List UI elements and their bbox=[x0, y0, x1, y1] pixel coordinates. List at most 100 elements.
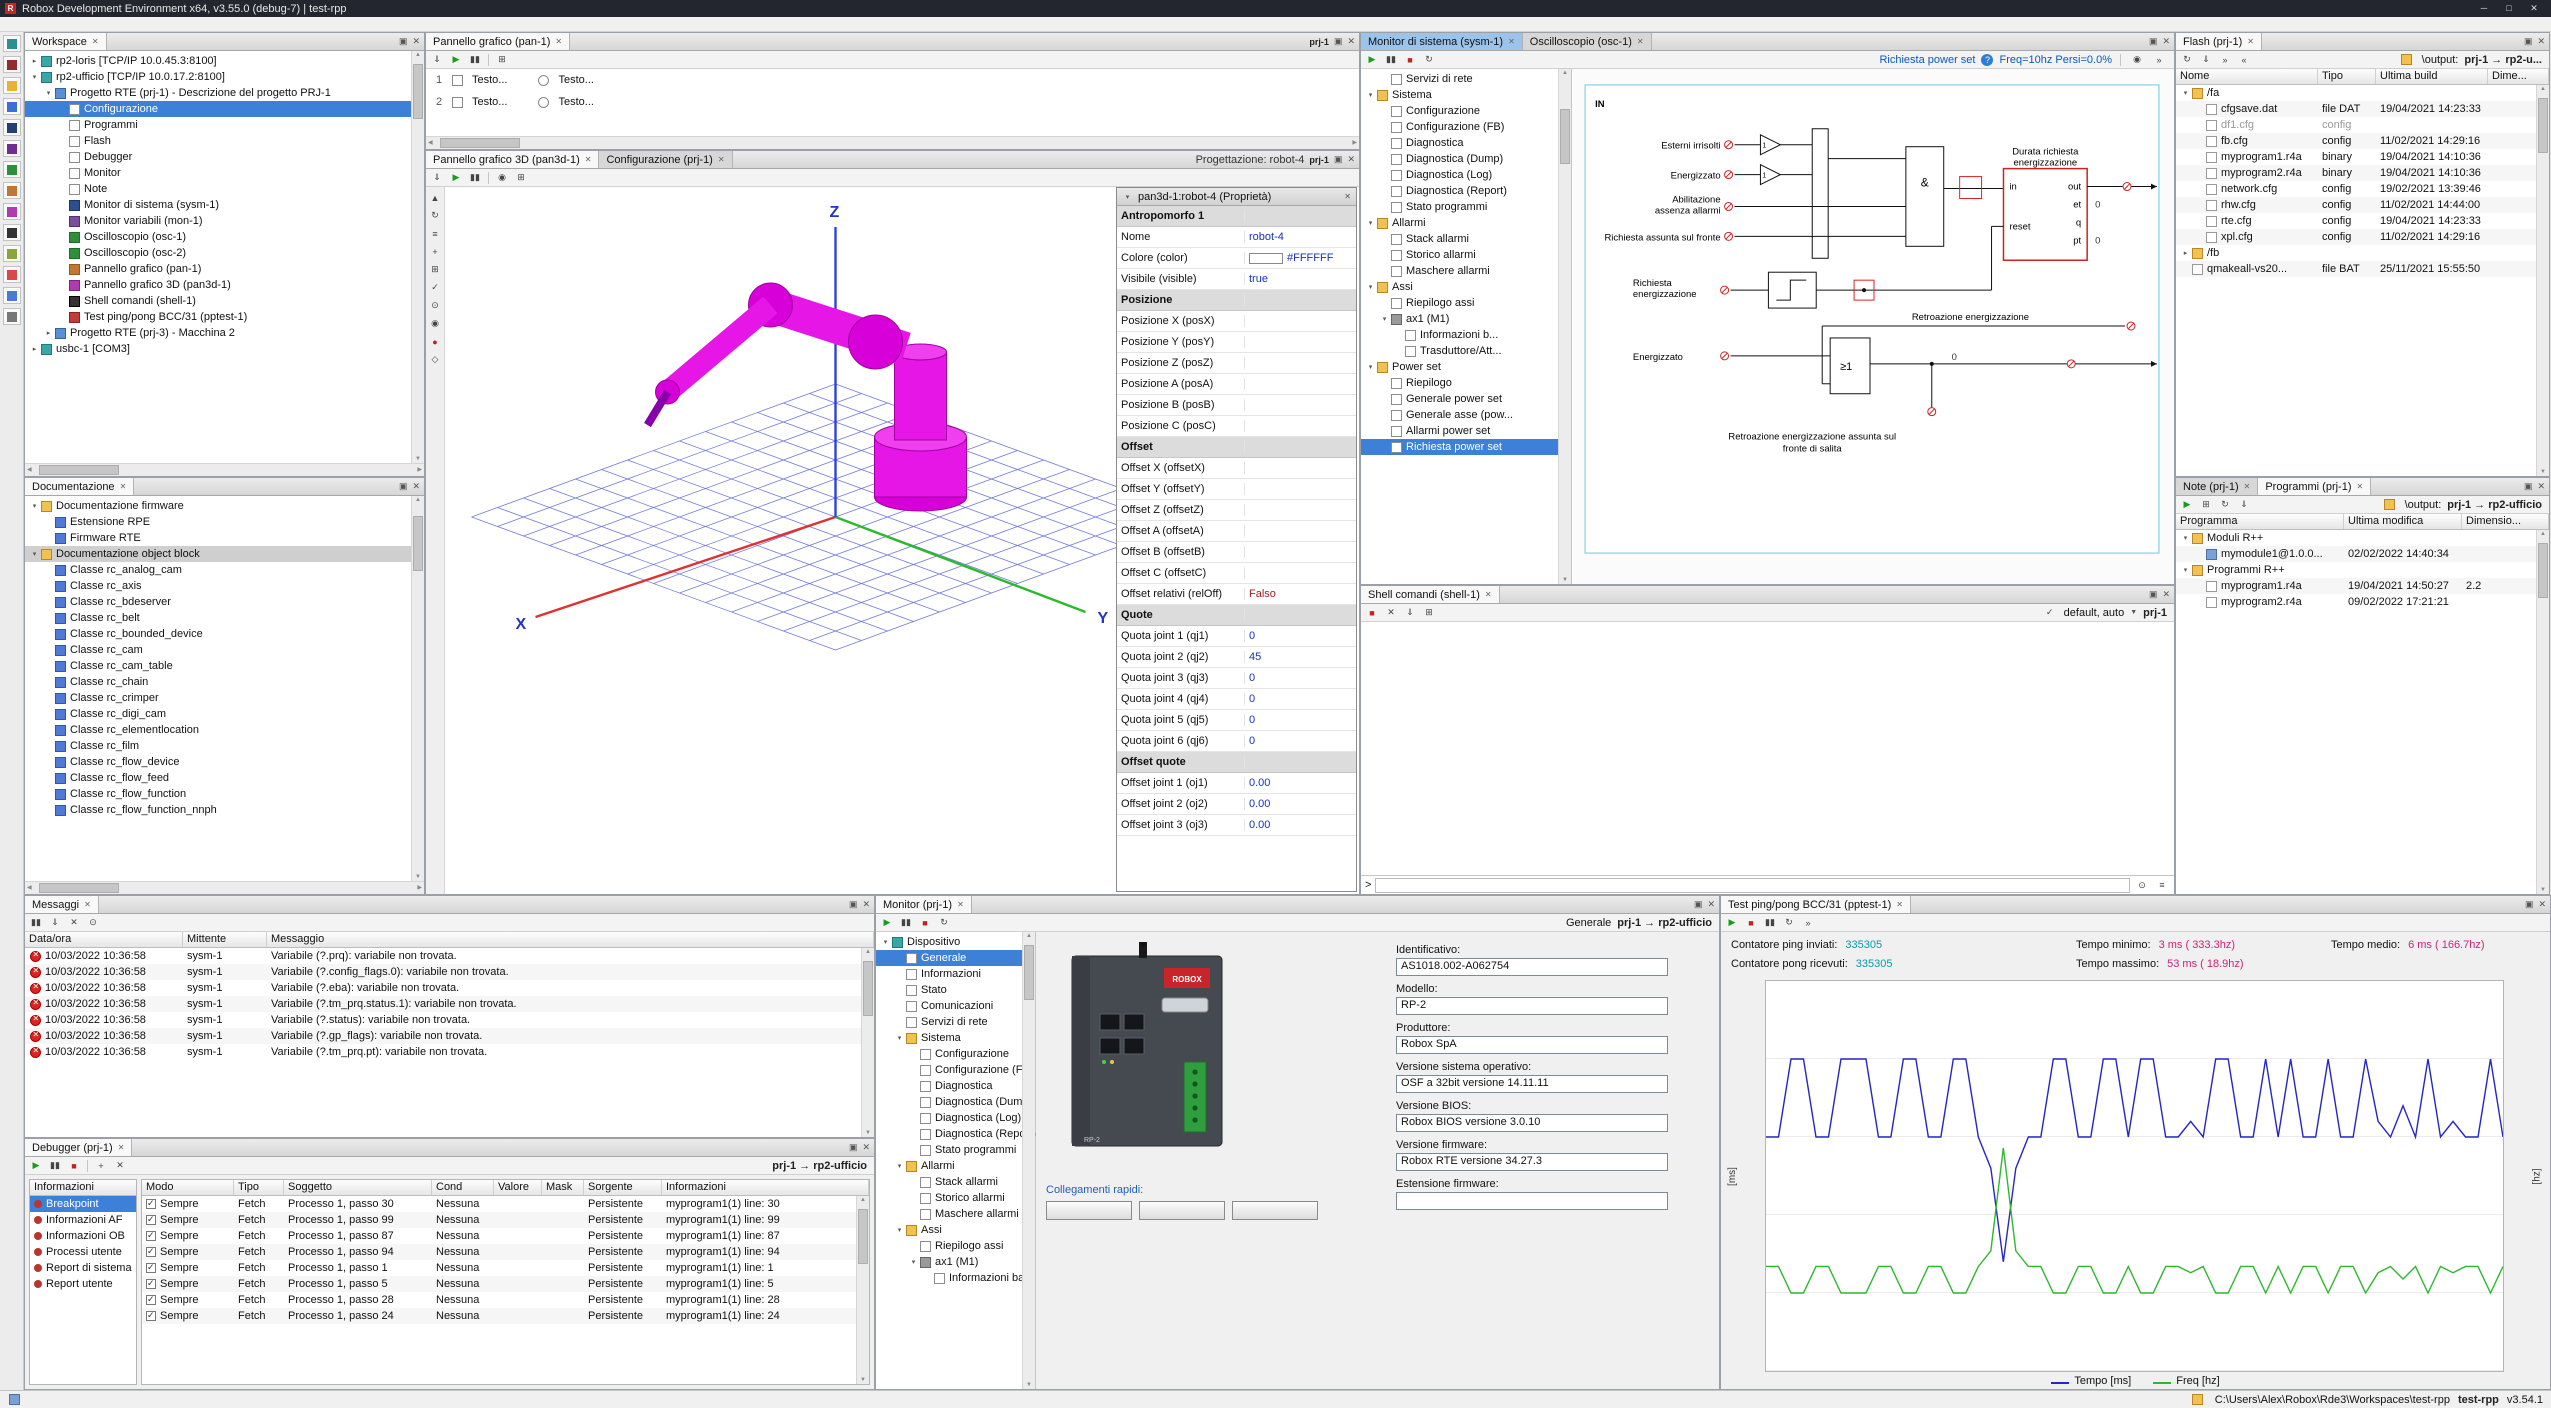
tree-item[interactable]: Riepilogo bbox=[1361, 375, 1571, 391]
orbit-icon[interactable]: ↻ bbox=[427, 208, 443, 223]
table-row[interactable]: myprogram1.r4a binary 19/04/2021 14:10:3… bbox=[2176, 149, 2549, 165]
close-icon[interactable]: ✕ bbox=[2357, 482, 2364, 491]
maximize-button[interactable]: □ bbox=[2497, 3, 2521, 14]
refresh-icon[interactable]: ↻ bbox=[2217, 497, 2233, 512]
float-icon[interactable]: ▣ bbox=[2524, 481, 2533, 492]
tree-item[interactable]: ▾ Sistema bbox=[1361, 87, 1571, 103]
flash-icon[interactable] bbox=[3, 266, 21, 283]
tree-item[interactable]: Shell comandi (shell-1) bbox=[25, 293, 424, 309]
checkbox-checked-icon[interactable] bbox=[146, 1263, 156, 1273]
expander-icon[interactable]: ▸ bbox=[2180, 249, 2191, 257]
save-icon[interactable]: ⇓ bbox=[2236, 497, 2252, 512]
property-row[interactable]: Offset C (offsetC) bbox=[1117, 563, 1356, 584]
scrollbar-vertical[interactable] bbox=[1558, 69, 1571, 584]
property-row[interactable]: Posizione Z (posZ) bbox=[1117, 353, 1356, 374]
property-row[interactable]: Offset relativi (relOff) Falso bbox=[1117, 584, 1356, 605]
tree-item[interactable]: Note bbox=[25, 181, 424, 197]
list-item[interactable]: Report utente bbox=[30, 1276, 136, 1292]
tree-item[interactable]: Classe rc_flow_function_nnph bbox=[25, 802, 424, 818]
export-icon[interactable]: » bbox=[1800, 915, 1816, 930]
settings-icon[interactable] bbox=[3, 308, 21, 325]
column-header[interactable]: Dime... bbox=[2488, 69, 2549, 84]
open-workspace-icon[interactable] bbox=[3, 77, 21, 94]
expander-icon[interactable]: ▾ bbox=[908, 1258, 919, 1266]
tab-shell-comandi[interactable]: Shell comandi (shell-1)✕ bbox=[1361, 586, 1500, 603]
pause-icon[interactable]: ▮▮ bbox=[28, 915, 44, 930]
close-icon[interactable]: ✕ bbox=[1637, 37, 1644, 46]
stop-icon[interactable]: ■ bbox=[66, 1158, 82, 1173]
disconnect-device-icon[interactable] bbox=[3, 56, 21, 73]
expander-icon[interactable]: ▾ bbox=[880, 938, 891, 946]
column-header[interactable]: Tipo bbox=[234, 1180, 284, 1195]
clear-icon[interactable]: ✕ bbox=[1383, 605, 1399, 620]
close-icon[interactable]: ✕ bbox=[1347, 36, 1355, 47]
search-icon[interactable]: ⊙ bbox=[2134, 878, 2150, 893]
tree-item[interactable]: Riepilogo assi bbox=[876, 1238, 1035, 1254]
tree-item[interactable]: Diagnostica bbox=[1361, 135, 1571, 151]
tree-item[interactable]: Classe rc_belt bbox=[25, 610, 424, 626]
tree-item[interactable]: Test ping/pong BCC/31 (pptest-1) bbox=[25, 309, 424, 325]
close-icon[interactable]: ✕ bbox=[118, 1143, 125, 1152]
float-icon[interactable]: ▣ bbox=[1694, 899, 1703, 910]
quicklink-button[interactable] bbox=[1232, 1201, 1318, 1220]
debugger-icon[interactable] bbox=[3, 245, 21, 262]
shell-icon[interactable] bbox=[3, 224, 21, 241]
message-row[interactable]: 10/03/2022 10:36:58 sysm-1 Variabile (?.… bbox=[25, 964, 874, 980]
tree-item[interactable]: ▾ ax1 (M1) bbox=[876, 1254, 1035, 1270]
tree-item[interactable]: Comunicazioni bbox=[876, 998, 1035, 1014]
refresh-icon[interactable]: ↻ bbox=[1421, 52, 1437, 67]
tree-item[interactable]: Classe rc_flow_function bbox=[25, 786, 424, 802]
property-row[interactable]: Posizione C (posC) bbox=[1117, 416, 1356, 437]
system-monitor-icon[interactable] bbox=[3, 119, 21, 136]
run-icon[interactable]: ▶ bbox=[448, 52, 464, 67]
column-header[interactable]: Mittente bbox=[183, 932, 267, 947]
field-input[interactable]: AS1018.002-A062754 bbox=[1396, 958, 1668, 976]
tree-item[interactable]: Monitor bbox=[25, 165, 424, 181]
tree-item[interactable]: ▾ Assi bbox=[876, 1222, 1035, 1238]
close-icon[interactable]: ✕ bbox=[412, 481, 420, 492]
tree-item[interactable]: Informazioni ba... bbox=[876, 1270, 1035, 1286]
close-icon[interactable]: ✕ bbox=[718, 155, 725, 164]
message-row[interactable]: 10/03/2022 10:36:58 sysm-1 Variabile (?.… bbox=[25, 1012, 874, 1028]
tree-item[interactable]: Classe rc_cam bbox=[25, 642, 424, 658]
expander-icon[interactable]: ▾ bbox=[43, 89, 54, 97]
breakpoint-row[interactable]: Sempre Fetch Processo 1, passo 99 Nessun… bbox=[142, 1212, 869, 1228]
tab-pannello-grafico[interactable]: Pannello grafico (pan-1)✕ bbox=[426, 33, 570, 50]
add-breakpoint-icon[interactable]: + bbox=[93, 1158, 109, 1173]
documentation-icon[interactable] bbox=[3, 287, 21, 304]
snapshot-icon[interactable]: ◉ bbox=[427, 316, 443, 331]
tree-item[interactable]: Firmware RTE bbox=[25, 530, 424, 546]
list-item[interactable]: Informazioni AF bbox=[30, 1212, 136, 1228]
close-icon[interactable]: ✕ bbox=[1896, 900, 1903, 909]
refresh-icon[interactable]: ↻ bbox=[1781, 915, 1797, 930]
minimize-button[interactable]: ─ bbox=[2472, 3, 2496, 14]
close-icon[interactable]: ✕ bbox=[957, 900, 964, 909]
message-row[interactable]: 10/03/2022 10:36:58 sysm-1 Variabile (?.… bbox=[25, 1028, 874, 1044]
select-cursor-icon[interactable]: ▲ bbox=[427, 190, 443, 205]
list-item[interactable]: Processi utente bbox=[30, 1244, 136, 1260]
column-header[interactable]: Mask bbox=[542, 1180, 584, 1195]
tab-note[interactable]: Note (prj-1)✕ bbox=[2176, 478, 2258, 495]
tree-item[interactable]: Trasduttore/Att... bbox=[1361, 343, 1571, 359]
table-row[interactable]: ▾ /fa bbox=[2176, 85, 2549, 101]
float-icon[interactable]: ▣ bbox=[2149, 589, 2158, 600]
table-row[interactable]: qmakeall-vs20... file BAT 25/11/2021 15:… bbox=[2176, 261, 2549, 277]
tree-item[interactable]: Generale bbox=[876, 950, 1035, 966]
tree-item[interactable]: Servizi di rete bbox=[1361, 71, 1571, 87]
float-icon[interactable]: ▣ bbox=[1334, 154, 1343, 165]
scrollbar-vertical[interactable] bbox=[2536, 530, 2549, 894]
column-header[interactable]: Cond bbox=[432, 1180, 494, 1195]
shell-mode-select[interactable]: default, auto bbox=[2064, 607, 2125, 619]
tab-pptest[interactable]: Test ping/pong BCC/31 (pptest-1)✕ bbox=[1721, 896, 1911, 913]
close-icon[interactable]: ✕ bbox=[1485, 590, 1492, 599]
scrollbar-vertical[interactable] bbox=[1022, 932, 1035, 1389]
table-row[interactable]: ▾ Programmi R++ bbox=[2176, 562, 2549, 578]
float-icon[interactable]: ▣ bbox=[849, 899, 858, 910]
checkbox-checked-icon[interactable] bbox=[146, 1215, 156, 1225]
save-icon[interactable]: ⇓ bbox=[429, 170, 445, 185]
table-row[interactable]: mymodule1@1.0.0... 02/02/2022 14:40:34 bbox=[2176, 546, 2549, 562]
tree-item[interactable]: Stack allarmi bbox=[1361, 231, 1571, 247]
variables-monitor-icon[interactable] bbox=[3, 140, 21, 157]
tree-item[interactable]: Classe rc_flow_device bbox=[25, 754, 424, 770]
tab-configurazione[interactable]: Configurazione (prj-1)✕ bbox=[599, 151, 732, 168]
